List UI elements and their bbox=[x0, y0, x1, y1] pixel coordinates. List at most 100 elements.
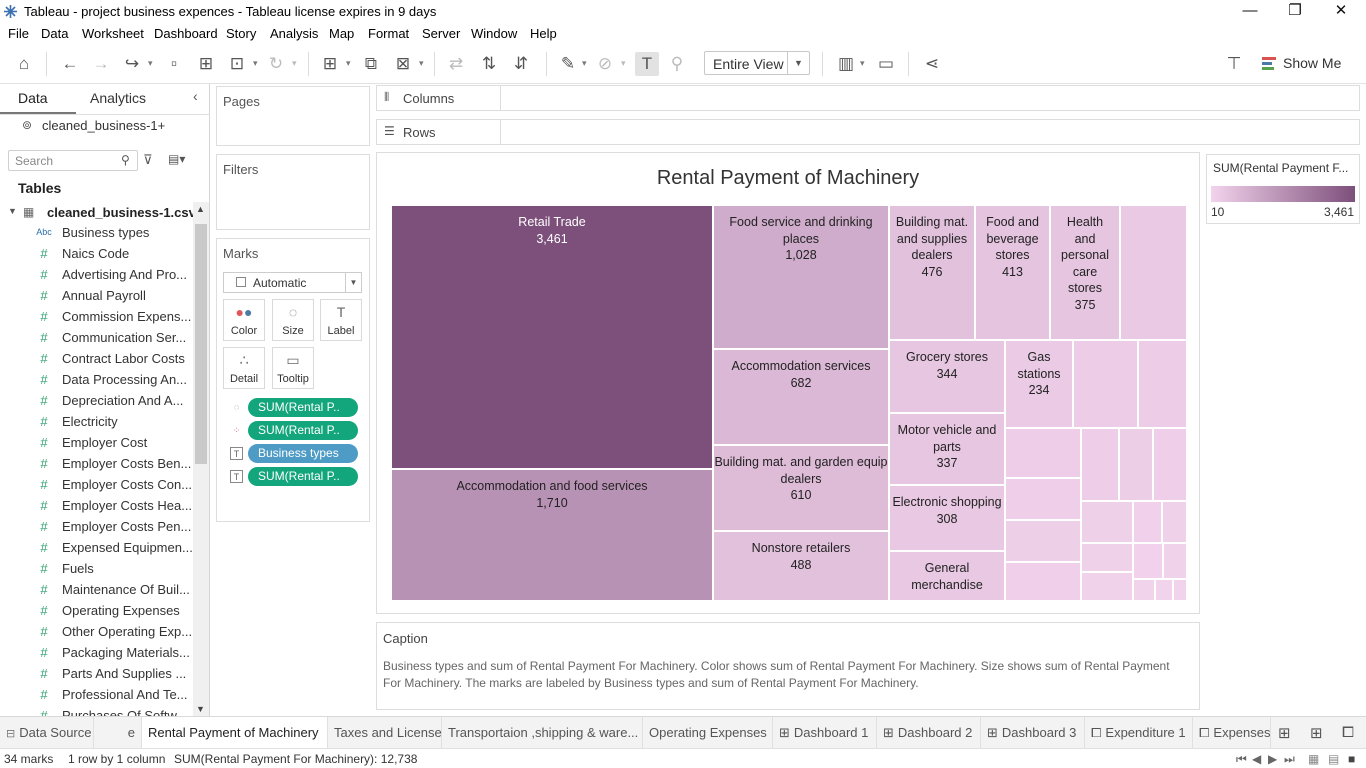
menu-file[interactable]: File bbox=[8, 26, 29, 41]
grid-view-icon[interactable]: ■ bbox=[1348, 752, 1355, 766]
treemap-cell[interactable]: Food service and drinking places 1,028 bbox=[713, 205, 889, 349]
field-item[interactable]: # Contract Labor Costs bbox=[0, 348, 192, 369]
treemap-cell[interactable] bbox=[1081, 501, 1133, 543]
tabs-view-icon[interactable]: ▤ bbox=[1328, 752, 1339, 766]
columns-shelf[interactable]: ⦀ Columns bbox=[376, 85, 1360, 111]
minimize-button[interactable]: — bbox=[1227, 0, 1273, 24]
field-item[interactable]: # Purchases Of Softw... bbox=[0, 705, 192, 716]
field-item[interactable]: # Professional And Te... bbox=[0, 684, 192, 705]
menu-dashboard[interactable]: Dashboard bbox=[154, 26, 218, 41]
highlight-icon[interactable]: ✎ bbox=[556, 52, 580, 76]
collapse-pane-icon[interactable]: ‹ bbox=[193, 88, 198, 104]
menu-window[interactable]: Window bbox=[471, 26, 517, 41]
treemap-cell[interactable] bbox=[1163, 543, 1187, 579]
treemap-cell[interactable] bbox=[1073, 340, 1138, 428]
treemap-cell[interactable]: Accommodation services 682 bbox=[713, 349, 889, 445]
share-icon[interactable]: ⋖ bbox=[920, 52, 944, 76]
treemap-cell[interactable] bbox=[1155, 579, 1173, 601]
tab-data-source[interactable]: ⊟ Data Source bbox=[0, 717, 94, 748]
treemap-cell[interactable] bbox=[1119, 428, 1153, 501]
treemap-cell[interactable] bbox=[1005, 520, 1081, 562]
new-data-source-icon[interactable]: ⊞ bbox=[194, 52, 218, 76]
tab-analytics[interactable]: Analytics bbox=[90, 90, 146, 106]
treemap-cell[interactable] bbox=[1133, 501, 1162, 543]
sort-ascending-icon[interactable]: ⇅ bbox=[477, 52, 501, 76]
table-name[interactable]: cleaned_business-1.csv bbox=[47, 205, 196, 220]
label-button[interactable]: T Label bbox=[320, 299, 362, 341]
menu-analysis[interactable]: Analysis bbox=[270, 26, 318, 41]
treemap-cell[interactable]: Retail Trade 3,461 bbox=[391, 205, 713, 469]
last-sheet-icon[interactable]: ⏭ bbox=[1284, 752, 1295, 767]
treemap-cell[interactable] bbox=[1138, 340, 1187, 428]
treemap-cell[interactable]: Motor vehicle and parts 337 bbox=[889, 413, 1005, 485]
field-item[interactable]: # Employer Costs Con... bbox=[0, 474, 192, 495]
treemap-cell[interactable] bbox=[1081, 428, 1119, 501]
show-cards-icon[interactable]: ▥ bbox=[834, 52, 858, 76]
color-pill[interactable]: SUM(Rental P.. bbox=[248, 421, 358, 440]
field-item[interactable]: # Fuels bbox=[0, 558, 192, 579]
first-sheet-icon[interactable]: ⏮ bbox=[1236, 752, 1247, 767]
datasource-name[interactable]: cleaned_business-1+ bbox=[42, 118, 165, 133]
treemap-cell[interactable]: Building mat. and garden equip dealers 61… bbox=[713, 445, 889, 531]
treemap-cell[interactable] bbox=[1005, 428, 1081, 478]
treemap-cell[interactable] bbox=[1133, 579, 1155, 601]
replay-icon[interactable]: ↪ bbox=[120, 52, 144, 76]
field-item[interactable]: # Naics Code bbox=[0, 243, 192, 264]
treemap-cell[interactable] bbox=[1005, 562, 1081, 601]
field-item[interactable]: # Other Operating Exp... bbox=[0, 621, 192, 642]
group-icon[interactable]: ⊘ bbox=[593, 52, 617, 76]
field-item[interactable]: # Expensed Equipmen... bbox=[0, 537, 192, 558]
pin-icon[interactable]: ⚲ bbox=[665, 52, 689, 76]
treemap-cell[interactable]: Accommodation and food services 1,710 bbox=[391, 469, 713, 601]
field-item[interactable]: # Employer Costs Ben... bbox=[0, 453, 192, 474]
treemap-cell[interactable]: Gas stations 234 bbox=[1005, 340, 1073, 428]
view-options-icon[interactable]: ▤▾ bbox=[168, 152, 185, 166]
menu-server[interactable]: Server bbox=[422, 26, 460, 41]
field-item[interactable]: # Packaging Materials... bbox=[0, 642, 192, 663]
swap-icon[interactable]: ⇄ bbox=[444, 52, 468, 76]
field-item[interactable]: # Commission Expens... bbox=[0, 306, 192, 327]
tab-expenses[interactable]: ⧠ Expenses bbox=[1193, 717, 1271, 748]
refresh-icon[interactable]: ↻ bbox=[264, 52, 288, 76]
search-box[interactable]: Search ⚲ bbox=[8, 150, 138, 171]
new-worksheet-icon[interactable]: ⊞ bbox=[318, 52, 342, 76]
field-list-scrollbar[interactable]: ▲ ▼ bbox=[193, 202, 209, 716]
expand-chevron-icon[interactable]: ▼ bbox=[8, 206, 17, 216]
save-icon[interactable]: ▫ bbox=[162, 52, 186, 76]
color-button[interactable]: ●● Color bbox=[223, 299, 265, 341]
treemap-cell[interactable]: General merchandise bbox=[889, 551, 1005, 601]
home-icon[interactable]: ⌂ bbox=[12, 52, 36, 76]
restore-button[interactable]: ❐ bbox=[1272, 0, 1318, 24]
undo-icon[interactable]: ← bbox=[58, 52, 82, 76]
tab-rental-payment[interactable]: Rental Payment of Machinery bbox=[142, 717, 328, 748]
fit-selector[interactable]: Entire View ▼ bbox=[704, 51, 810, 75]
size-pill[interactable]: SUM(Rental P.. bbox=[248, 398, 358, 417]
prev-sheet-icon[interactable]: ◀ bbox=[1252, 752, 1261, 766]
tab-expenditure-1[interactable]: ⧠ Expenditure 1 bbox=[1085, 717, 1193, 748]
field-item[interactable]: # Communication Ser... bbox=[0, 327, 192, 348]
new-dashboard-icon[interactable]: ⊞ bbox=[1310, 724, 1323, 742]
filmstrip-view-icon[interactable]: ▦ bbox=[1308, 752, 1319, 766]
menu-format[interactable]: Format bbox=[368, 26, 409, 41]
new-worksheet-icon[interactable]: ⊞ bbox=[1278, 724, 1291, 742]
tab-dashboard-1[interactable]: ⊞ Dashboard 1 bbox=[773, 717, 877, 748]
menu-help[interactable]: Help bbox=[530, 26, 557, 41]
menu-map[interactable]: Map bbox=[329, 26, 354, 41]
show-me-button[interactable]: Show Me bbox=[1283, 55, 1341, 71]
treemap-cell[interactable] bbox=[1133, 543, 1163, 579]
menu-story[interactable]: Story bbox=[226, 26, 256, 41]
detail-button[interactable]: ∴ Detail bbox=[223, 347, 265, 389]
treemap-cell[interactable]: Health and personal care stores 375 bbox=[1050, 205, 1120, 340]
pause-updates-icon[interactable]: ⊡ bbox=[225, 52, 249, 76]
tab-dashboard-2[interactable]: ⊞ Dashboard 2 bbox=[877, 717, 981, 748]
presentation-mode-icon[interactable]: ▭ bbox=[874, 52, 898, 76]
clear-sheet-icon[interactable]: ⊠ bbox=[391, 52, 415, 76]
treemap-cell[interactable]: Food and beverage stores 413 bbox=[975, 205, 1050, 340]
field-item[interactable]: # Depreciation And A... bbox=[0, 390, 192, 411]
redo-icon[interactable]: → bbox=[89, 52, 113, 76]
treemap-cell[interactable] bbox=[1005, 478, 1081, 520]
treemap-cell[interactable]: Nonstore retailers 488 bbox=[713, 531, 889, 601]
field-item[interactable]: Abc Business types bbox=[0, 222, 192, 243]
field-item[interactable]: # Electricity bbox=[0, 411, 192, 432]
treemap-cell[interactable] bbox=[1081, 572, 1133, 601]
